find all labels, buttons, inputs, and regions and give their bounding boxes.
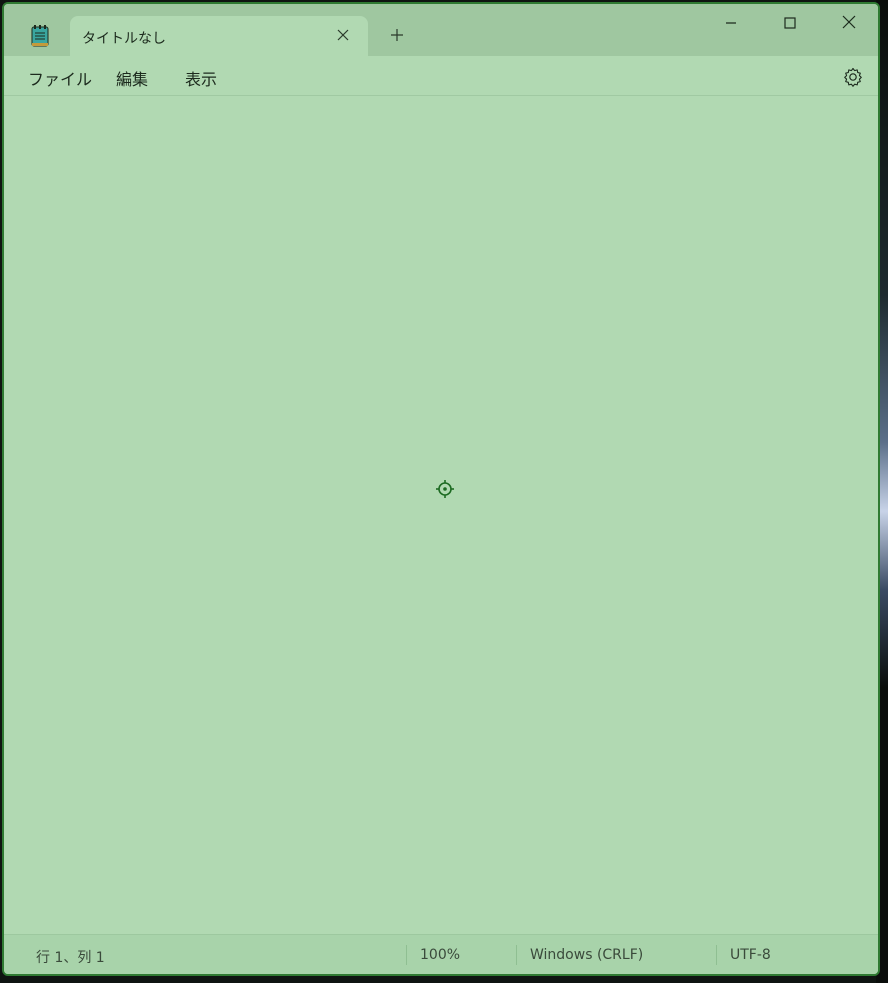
notepad-icon — [30, 24, 50, 48]
target-icon — [436, 480, 454, 498]
menu-bar: ファイル 編集 表示 — [4, 56, 878, 96]
menu-edit[interactable]: 編集 — [112, 66, 152, 90]
gear-icon[interactable] — [842, 66, 864, 88]
minimize-button[interactable] — [702, 6, 760, 40]
title-bar[interactable]: タイトルなし — [4, 4, 878, 56]
status-divider — [516, 945, 517, 965]
menu-view[interactable]: 表示 — [181, 66, 221, 90]
status-divider — [716, 945, 717, 965]
menu-file[interactable]: ファイル — [24, 66, 96, 90]
cursor-position: 行 1、列 1 — [36, 950, 105, 966]
close-icon[interactable] — [332, 24, 354, 46]
close-icon — [842, 14, 856, 33]
zoom-level[interactable]: 100% — [420, 947, 460, 963]
status-divider — [406, 945, 407, 965]
tab-untitled[interactable]: タイトルなし — [70, 16, 368, 56]
close-window-button[interactable] — [820, 6, 878, 40]
status-bar: 行 1、列 1 100% Windows (CRLF) UTF-8 — [4, 934, 878, 974]
maximize-icon — [784, 14, 796, 33]
notepad-window: タイトルなし ファイル 編集 表示 行 1、列 1 100% Windows (… — [2, 2, 880, 976]
tab-title: タイトルなし — [82, 31, 166, 47]
text-editor[interactable] — [4, 96, 878, 934]
minimize-icon — [725, 14, 737, 33]
maximize-button[interactable] — [761, 6, 819, 40]
line-ending[interactable]: Windows (CRLF) — [530, 947, 643, 963]
encoding[interactable]: UTF-8 — [730, 947, 771, 963]
plus-icon[interactable] — [386, 24, 408, 46]
